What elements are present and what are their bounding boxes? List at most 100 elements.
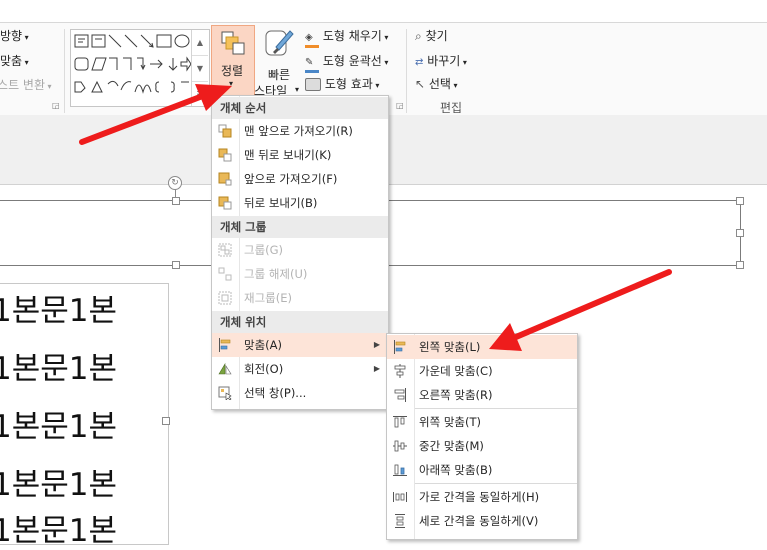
- drawing-dialog-launcher-icon[interactable]: ◲: [396, 101, 404, 110]
- menu-item-distribute-vertical[interactable]: 세로 간격을 동일하게(V): [387, 509, 577, 533]
- rotate-handle-icon[interactable]: ↻: [168, 176, 182, 190]
- menu-separator: [415, 483, 577, 484]
- select-button[interactable]: ↖ 선택 ▾: [415, 75, 458, 92]
- shapes-gallery-icons: [74, 34, 192, 94]
- selection-pane-icon: [218, 386, 232, 400]
- menu-header-order: 개체 순서: [212, 97, 388, 119]
- align-middle-label: 중간 맞춤(M): [419, 439, 484, 453]
- body-text-line: 1본문1본: [0, 351, 118, 387]
- ungroup-label: 그룹 해제(U): [244, 267, 308, 281]
- align-left-icon: [394, 340, 406, 354]
- arrange-icon: [221, 31, 245, 55]
- resize-handle[interactable]: [736, 261, 744, 269]
- menu-item-bring-to-front[interactable]: 맨 앞으로 가져오기(R): [212, 119, 388, 143]
- group-divider: [64, 29, 65, 113]
- bring-to-front-icon: [218, 124, 232, 138]
- text-direction-button[interactable]: 방향 ▾: [0, 27, 29, 44]
- resize-handle[interactable]: [172, 197, 180, 205]
- resize-handle[interactable]: [162, 417, 170, 425]
- align-text-label: 맞춤: [0, 54, 23, 68]
- resize-handle[interactable]: [172, 261, 180, 269]
- menu-item-align-top[interactable]: 위쪽 맞춤(T): [387, 410, 577, 434]
- menu-header-group: 개체 그룹: [212, 216, 388, 238]
- submenu-arrow-icon: ▶: [373, 340, 380, 349]
- menu-item-align[interactable]: 맞춤(A) ▶: [212, 333, 388, 357]
- regroup-icon: [218, 291, 232, 305]
- body-text-line: 1본문1본: [0, 293, 118, 329]
- paragraph-dialog-launcher-icon[interactable]: ◲: [52, 101, 60, 110]
- menu-item-bring-forward[interactable]: 앞으로 가져오기(F): [212, 167, 388, 191]
- bring-forward-label: 앞으로 가져오기(F): [244, 172, 338, 186]
- shapes-gallery-scroll[interactable]: ▲ ▼ ☰: [191, 30, 208, 106]
- replace-button[interactable]: ⇄ 바꾸기 ▾: [415, 52, 467, 69]
- resize-handle[interactable]: [736, 229, 744, 237]
- menu-item-align-center[interactable]: 가운데 맞춤(C): [387, 359, 577, 383]
- send-to-back-label: 맨 뒤로 보내기(K): [244, 148, 332, 162]
- body-text-line: 1본문1본: [0, 467, 118, 503]
- menu-item-rotate[interactable]: 회전(O) ▶: [212, 357, 388, 381]
- ungroup-icon: [218, 267, 232, 281]
- menu-item-align-right[interactable]: 오른쪽 맞춤(R): [387, 383, 577, 407]
- resize-handle[interactable]: [736, 197, 744, 205]
- bring-to-front-label: 맨 앞으로 가져오기(R): [244, 124, 353, 138]
- find-label: 찾기: [425, 29, 448, 43]
- gallery-down-icon[interactable]: ▼: [192, 56, 208, 82]
- quick-styles-button[interactable]: 빠른 스타일 ▾: [254, 27, 300, 98]
- shape-outline-button[interactable]: ✎ 도형 윤곽선 ▾: [305, 52, 388, 73]
- distribute-vertical-icon: [395, 514, 405, 528]
- menu-item-group[interactable]: 그룹(G): [212, 238, 388, 262]
- shape-effects-button[interactable]: 도형 효과 ▾: [305, 75, 379, 92]
- shape-outline-label: 도형 윤곽선: [322, 54, 382, 68]
- align-label: 맞춤(A): [244, 338, 282, 352]
- menu-item-ungroup[interactable]: 그룹 해제(U): [212, 262, 388, 286]
- selection-pane-label: 선택 창(P)...: [244, 386, 307, 400]
- quick-styles-icon: [265, 30, 294, 56]
- edit-group-label: 편집: [440, 101, 463, 115]
- menu-item-align-bottom[interactable]: 아래쪽 맞춤(B): [387, 458, 577, 482]
- body-text-line: 1본문1본: [0, 513, 118, 549]
- cursor-icon: ↖: [415, 77, 426, 91]
- distribute-horizontal-label: 가로 간격을 동일하게(H): [419, 490, 540, 504]
- shapes-gallery[interactable]: [70, 29, 210, 107]
- find-button[interactable]: ⌕ 찾기: [415, 27, 448, 44]
- pen-icon: ✎: [305, 58, 319, 73]
- regroup-label: 재그룹(E): [244, 291, 292, 305]
- menu-item-align-left[interactable]: 왼쪽 맞춤(L): [387, 335, 577, 359]
- paint-bucket-icon: ◈: [305, 33, 319, 48]
- arrange-dropdown-icon: ▾: [229, 79, 234, 88]
- align-center-label: 가운데 맞춤(C): [419, 364, 493, 378]
- group-divider: [406, 29, 407, 113]
- menu-item-send-backward[interactable]: 뒤로 보내기(B): [212, 191, 388, 215]
- menu-header-position: 개체 위치: [212, 311, 388, 333]
- shape-effects-icon: [305, 78, 321, 91]
- gallery-up-icon[interactable]: ▲: [192, 30, 208, 56]
- menu-item-align-middle[interactable]: 중간 맞춤(M): [387, 434, 577, 458]
- align-middle-icon: [393, 440, 407, 452]
- shape-fill-label: 도형 채우기: [322, 29, 382, 43]
- shape-fill-button[interactable]: ◈ 도형 채우기 ▾: [305, 27, 388, 48]
- text-direction-label: 방향: [0, 29, 23, 43]
- distribute-horizontal-icon: [393, 492, 407, 502]
- arrange-button[interactable]: 정렬 ▾: [211, 25, 255, 97]
- convert-smartart-button[interactable]: 텍스트 변환 ▾: [0, 76, 52, 93]
- replace-icon: ⇄: [415, 57, 424, 68]
- align-left-label: 왼쪽 맞춤(L): [419, 340, 481, 354]
- align-icon: [219, 338, 231, 352]
- menu-item-distribute-horizontal[interactable]: 가로 간격을 동일하게(H): [387, 485, 577, 509]
- align-top-label: 위쪽 맞춤(T): [419, 415, 481, 429]
- shape-effects-label: 도형 효과: [324, 77, 373, 91]
- align-text-button[interactable]: 맞춤 ▾: [0, 52, 29, 69]
- align-bottom-label: 아래쪽 맞춤(B): [419, 463, 493, 477]
- binoculars-icon: ⌕: [415, 29, 422, 43]
- group-icon: [218, 243, 232, 257]
- menu-item-send-to-back[interactable]: 맨 뒤로 보내기(K): [212, 143, 388, 167]
- body-text-line: 1본문1본: [0, 409, 118, 445]
- send-to-back-icon: [218, 148, 232, 162]
- menu-item-selection-pane[interactable]: 선택 창(P)...: [212, 381, 388, 405]
- align-submenu: 왼쪽 맞춤(L) 가운데 맞춤(C) 오른쪽 맞춤(R) 위쪽 맞춤(T) 중간…: [386, 333, 578, 540]
- submenu-arrow-icon: ▶: [373, 364, 380, 373]
- align-bottom-icon: [393, 464, 407, 476]
- convert-smartart-label: 텍스트 변환: [0, 78, 46, 92]
- menu-item-regroup[interactable]: 재그룹(E): [212, 286, 388, 310]
- gallery-more-icon[interactable]: ☰: [192, 82, 208, 107]
